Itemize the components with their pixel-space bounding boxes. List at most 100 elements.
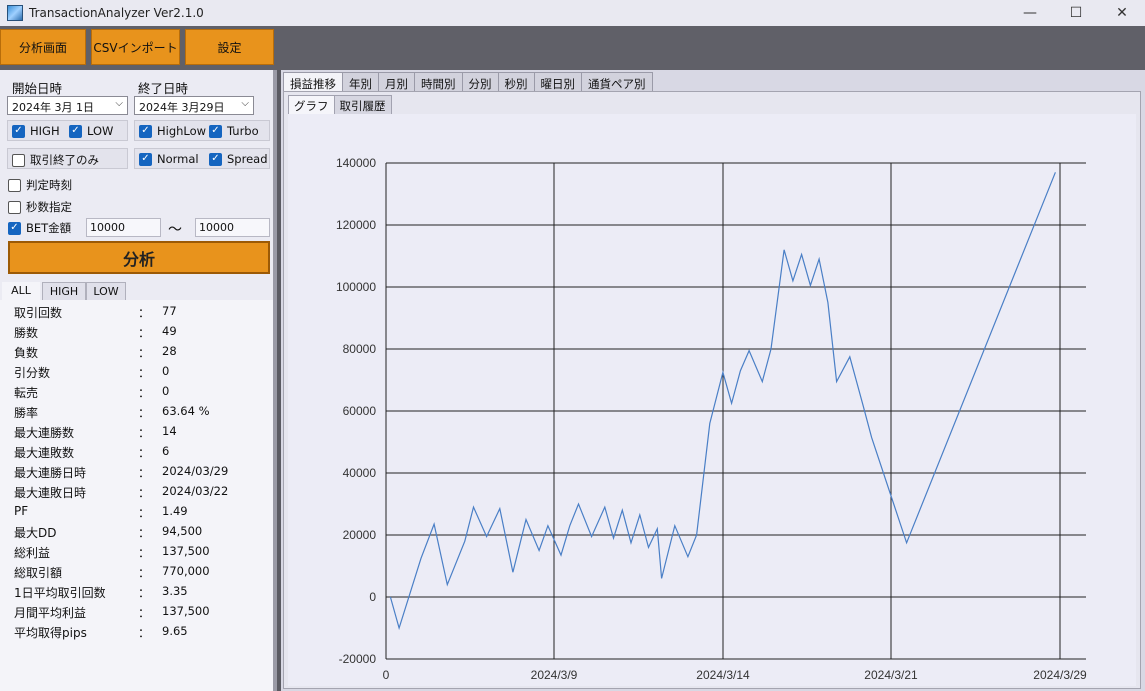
turbo-checkbox[interactable]: ✓ Turbo bbox=[209, 124, 259, 138]
stats-list: 取引回数 ： 77 勝数 ： 49 負数 ： 28 引分数 ： 0 転売 ： 0 勝率 ： 63.64 % 最大連勝… bbox=[0, 300, 273, 691]
minimize-button[interactable]: — bbox=[1007, 0, 1053, 26]
stat-colon: ： bbox=[138, 606, 151, 620]
y-tick-label: 80000 bbox=[343, 342, 377, 356]
seconds-checkbox[interactable]: 秒数指定 bbox=[8, 199, 72, 215]
settings-button[interactable]: 設定 bbox=[185, 29, 274, 65]
checkmark-icon: ✓ bbox=[139, 124, 152, 138]
tab-all[interactable]: ALL bbox=[2, 282, 40, 300]
stat-row: 総利益 ： 137,500 bbox=[14, 544, 252, 564]
end-date-picker[interactable]: 2024年 3月29日 ⌵ bbox=[134, 96, 254, 115]
stat-colon: ： bbox=[138, 306, 151, 320]
stat-colon: ： bbox=[138, 586, 151, 600]
title-bar: TransactionAnalyzer Ver2.1.0 — ☐ ✕ bbox=[0, 0, 1145, 26]
stat-value: 63.64 % bbox=[162, 404, 210, 418]
tab-profit-trend[interactable]: 損益推移 bbox=[283, 72, 343, 92]
tab-by-minute[interactable]: 分別 bbox=[461, 72, 499, 92]
tab-weekday[interactable]: 曜日別 bbox=[533, 72, 582, 92]
stat-colon: ： bbox=[138, 386, 151, 400]
tab-hourly[interactable]: 時間別 bbox=[414, 72, 463, 92]
stat-label: 総取引額 bbox=[14, 566, 63, 580]
end-date-value: 2024年 3月29日 bbox=[139, 101, 225, 114]
toolbar: 分析画面 CSVインポート 設定 bbox=[0, 26, 1145, 70]
stat-row: 最大連勝数 ： 14 bbox=[14, 424, 252, 444]
stat-colon: ： bbox=[138, 446, 151, 460]
tab-trade-history[interactable]: 取引履歴 bbox=[333, 95, 392, 114]
range-tilde: 〜 bbox=[168, 222, 182, 238]
checkmark-icon: ✓ bbox=[139, 152, 152, 166]
end-date-label: 終了日時 bbox=[138, 81, 189, 96]
y-tick-label: 120000 bbox=[336, 218, 376, 232]
stat-row: 勝数 ： 49 bbox=[14, 324, 252, 344]
chevron-down-icon: ⌵ bbox=[241, 98, 249, 109]
tab-currency-pair[interactable]: 通貨ペア別 bbox=[581, 72, 653, 92]
x-tick-label: 2024/3/9 bbox=[531, 668, 578, 682]
spread-checkbox[interactable]: ✓ Spread bbox=[209, 152, 268, 166]
app-icon bbox=[7, 5, 23, 21]
stat-colon: ： bbox=[138, 366, 151, 380]
stat-row: 最大連勝日時 ： 2024/03/29 bbox=[14, 464, 252, 484]
csv-import-button[interactable]: CSVインポート bbox=[91, 29, 180, 65]
stat-value: 2024/03/29 bbox=[162, 464, 229, 478]
high-checkbox[interactable]: ✓ HIGH bbox=[12, 124, 60, 138]
stat-row: 最大連敗日時 ： 2024/03/22 bbox=[14, 484, 252, 504]
stat-value: 77 bbox=[162, 304, 177, 318]
stat-value: 28 bbox=[162, 344, 177, 358]
stat-colon: ： bbox=[138, 466, 151, 480]
chevron-down-icon: ⌵ bbox=[115, 98, 123, 109]
stat-row: 引分数 ： 0 bbox=[14, 364, 252, 384]
stat-colon: ： bbox=[138, 546, 151, 560]
stat-value: 137,500 bbox=[162, 604, 210, 618]
y-tick-label: -20000 bbox=[339, 652, 377, 666]
stat-value: 6 bbox=[162, 444, 170, 458]
stat-value: 2024/03/22 bbox=[162, 484, 229, 498]
stat-label: 勝率 bbox=[14, 406, 39, 420]
bet-amount-checkbox[interactable]: ✓ BET金額 bbox=[8, 220, 71, 236]
maximize-button[interactable]: ☐ bbox=[1053, 0, 1099, 26]
stat-label: 最大連敗日時 bbox=[14, 486, 87, 500]
y-tick-label: 20000 bbox=[343, 528, 377, 542]
stat-label: 転売 bbox=[14, 386, 39, 400]
analyze-button[interactable]: 分析 bbox=[8, 241, 270, 274]
tab-graph[interactable]: グラフ bbox=[288, 95, 335, 114]
stat-label: 最大連勝日時 bbox=[14, 466, 87, 480]
low-checkbox[interactable]: ✓ LOW bbox=[69, 124, 113, 138]
window-title: TransactionAnalyzer Ver2.1.0 bbox=[29, 6, 204, 20]
start-date-picker[interactable]: 2024年 3月 1日 ⌵ bbox=[7, 96, 128, 115]
stat-row: 勝率 ： 63.64 % bbox=[14, 404, 252, 424]
stat-row: 総取引額 ： 770,000 bbox=[14, 564, 252, 584]
y-tick-label: 40000 bbox=[343, 466, 377, 480]
highlow-checkbox[interactable]: ✓ HighLow bbox=[139, 124, 206, 138]
x-tick-label: 2024/3/21 bbox=[864, 668, 918, 682]
tab-low[interactable]: LOW bbox=[86, 282, 126, 300]
stat-row: 1日平均取引回数 ： 3.35 bbox=[14, 584, 252, 604]
stat-colon: ： bbox=[138, 626, 151, 640]
sub-tabs: グラフ 取引履歴 bbox=[288, 95, 392, 114]
stat-label: 1日平均取引回数 bbox=[14, 586, 106, 600]
stat-row: 月間平均利益 ： 137,500 bbox=[14, 604, 252, 624]
close-button[interactable]: ✕ bbox=[1099, 0, 1145, 26]
tab-monthly[interactable]: 月別 bbox=[378, 72, 415, 92]
checkmark-icon: ✓ bbox=[209, 152, 222, 166]
stat-value: 0 bbox=[162, 364, 170, 378]
stat-row: 最大DD ： 94,500 bbox=[14, 524, 252, 544]
stat-label: 引分数 bbox=[14, 366, 51, 380]
tab-high[interactable]: HIGH bbox=[42, 282, 86, 300]
stat-value: 94,500 bbox=[162, 524, 203, 538]
tab-yearly[interactable]: 年別 bbox=[342, 72, 379, 92]
analysis-screen-button[interactable]: 分析画面 bbox=[0, 29, 86, 65]
bet-max-input[interactable]: 10000 bbox=[195, 218, 270, 237]
checkmark-icon: ✓ bbox=[209, 124, 222, 138]
stat-label: 総利益 bbox=[14, 546, 51, 560]
judge-time-checkbox[interactable]: 判定時刻 bbox=[8, 177, 72, 193]
stat-row: 負数 ： 28 bbox=[14, 344, 252, 364]
closed-only-checkbox[interactable]: 取引終了のみ bbox=[12, 152, 99, 168]
stat-value: 3.35 bbox=[162, 584, 188, 598]
stat-label: 最大DD bbox=[14, 526, 57, 540]
stat-colon: ： bbox=[138, 346, 151, 360]
normal-checkbox[interactable]: ✓ Normal bbox=[139, 152, 199, 166]
x-tick-label: 2024/3/29 bbox=[1033, 668, 1087, 682]
y-tick-label: 140000 bbox=[336, 156, 376, 170]
bet-min-input[interactable]: 10000 bbox=[86, 218, 161, 237]
stat-colon: ： bbox=[138, 506, 151, 520]
tab-by-second[interactable]: 秒別 bbox=[497, 72, 535, 92]
